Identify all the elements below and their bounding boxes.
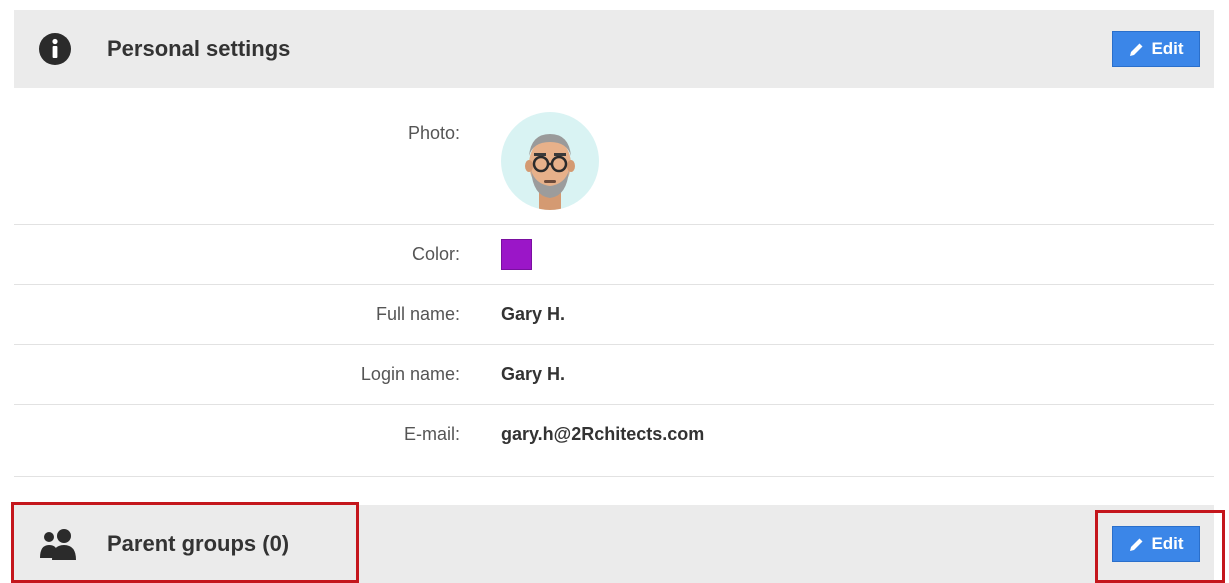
photo-label: Photo: bbox=[407, 123, 460, 143]
avatar bbox=[501, 112, 599, 210]
email-row: E-mail: gary.h@2Rchitects.com bbox=[14, 405, 1214, 477]
color-label: Color: bbox=[411, 244, 460, 264]
user-settings-page: Personal settings Edit Photo: Color: Ful… bbox=[0, 0, 1229, 583]
edit-button-label: Edit bbox=[1151, 534, 1184, 553]
info-circle-icon bbox=[39, 33, 71, 65]
email-value: gary.h@2Rchitects.com bbox=[501, 424, 705, 444]
edit-button-label: Edit bbox=[1151, 39, 1184, 58]
login-name-label: Login name: bbox=[360, 364, 460, 384]
full-name-value: Gary H. bbox=[501, 304, 566, 324]
full-name-row: Full name: Gary H. bbox=[14, 285, 1214, 345]
personal-settings-header: Personal settings Edit bbox=[14, 10, 1214, 88]
email-label: E-mail: bbox=[403, 424, 460, 444]
color-swatch bbox=[501, 239, 532, 270]
avatar-portrait-icon bbox=[525, 134, 575, 210]
login-name-value: Gary H. bbox=[501, 364, 566, 384]
personal-settings-title: Personal settings bbox=[107, 36, 291, 61]
edit-personal-settings-button[interactable]: Edit bbox=[1112, 31, 1200, 67]
parent-groups-title: Parent groups (0) bbox=[107, 531, 290, 556]
photo-row: Photo: bbox=[14, 88, 1214, 225]
color-row: Color: bbox=[14, 225, 1214, 285]
pencil-icon bbox=[1130, 43, 1143, 56]
pencil-icon bbox=[1130, 538, 1143, 551]
users-icon bbox=[40, 529, 76, 560]
login-name-row: Login name: Gary H. bbox=[14, 345, 1214, 405]
full-name-label: Full name: bbox=[375, 304, 460, 324]
parent-groups-header[interactable]: Parent groups (0) Edit bbox=[14, 505, 1214, 583]
edit-parent-groups-button[interactable]: Edit bbox=[1112, 526, 1200, 562]
personal-settings-fields: Photo: Color: Full name: Gary H. Login n… bbox=[14, 88, 1214, 477]
